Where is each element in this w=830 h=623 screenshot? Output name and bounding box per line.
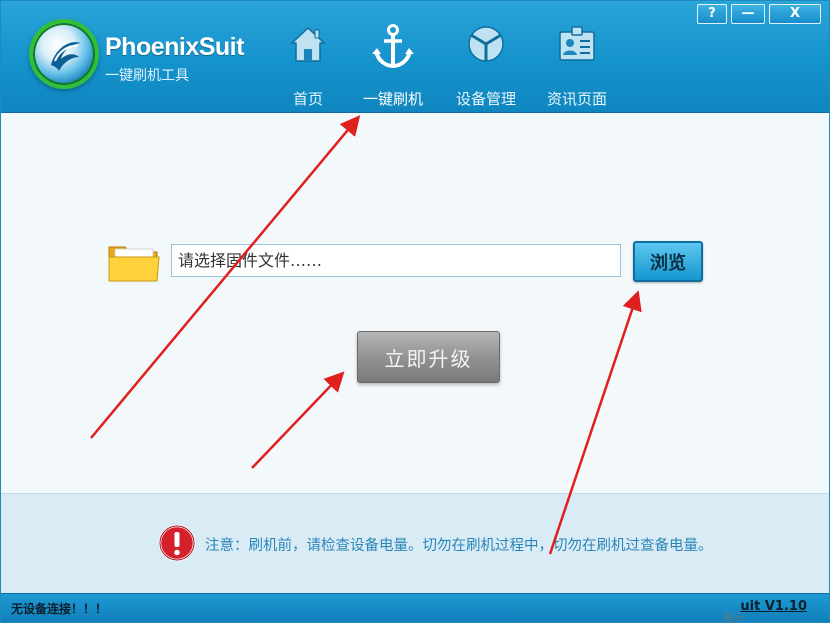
warning-icon	[158, 524, 196, 562]
upgrade-now-button[interactable]: 立即升级	[357, 331, 500, 383]
nav-news-page[interactable]: 资讯页面	[532, 23, 622, 111]
nav-home[interactable]: 首页	[263, 23, 353, 111]
minimize-button[interactable]: —	[731, 4, 765, 24]
notice-band: 注意：刷机前，请检查设备电量。切勿在刷机过程中，切勿在刷机过查备电量。	[1, 493, 829, 593]
home-icon	[290, 26, 326, 62]
phoenix-logo-icon	[29, 19, 99, 89]
browse-button[interactable]: 浏览	[633, 241, 703, 282]
device-status-text: 无设备连接！！！	[11, 602, 108, 616]
window-controls: ? — X	[697, 4, 821, 24]
nav-device-management[interactable]: 设备管理	[441, 23, 531, 111]
version-text[interactable]: uit V1.10	[740, 599, 807, 614]
nav-news-page-label: 资讯页面	[546, 90, 607, 108]
nav-device-management-label: 设备管理	[455, 90, 516, 108]
notice-text: 注意：刷机前，请检查设备电量。切勿在刷机过程中，切勿在刷机过查备电量。	[205, 538, 713, 554]
nav-one-click-flash[interactable]: 一键刷机	[348, 23, 438, 111]
close-button[interactable]: X	[769, 4, 821, 24]
main-panel: 浏览 立即升级	[1, 113, 829, 493]
brand-name: PhoenixSuit	[105, 33, 244, 61]
status-bar: 无设备连接！！！ 缩元 uit V1.10	[1, 593, 829, 622]
firmware-file-input[interactable]	[171, 244, 621, 277]
nav-one-click-flash-label: 一键刷机	[362, 90, 423, 108]
folder-icon[interactable]	[107, 239, 161, 285]
phoenixsuit-window: PhoenixSuit 一键刷机工具 首页 一键刷机 设备管理 资讯页面 ? —…	[0, 0, 830, 623]
nav-home-label: 首页	[292, 90, 323, 108]
anchor-icon	[372, 24, 414, 69]
brand-subtitle: 一键刷机工具	[105, 68, 189, 84]
news-badge-icon	[559, 26, 595, 61]
help-button[interactable]: ?	[697, 4, 727, 24]
device-cube-icon	[468, 26, 504, 62]
header-bar: PhoenixSuit 一键刷机工具 首页 一键刷机 设备管理 资讯页面 ? —…	[1, 1, 829, 113]
